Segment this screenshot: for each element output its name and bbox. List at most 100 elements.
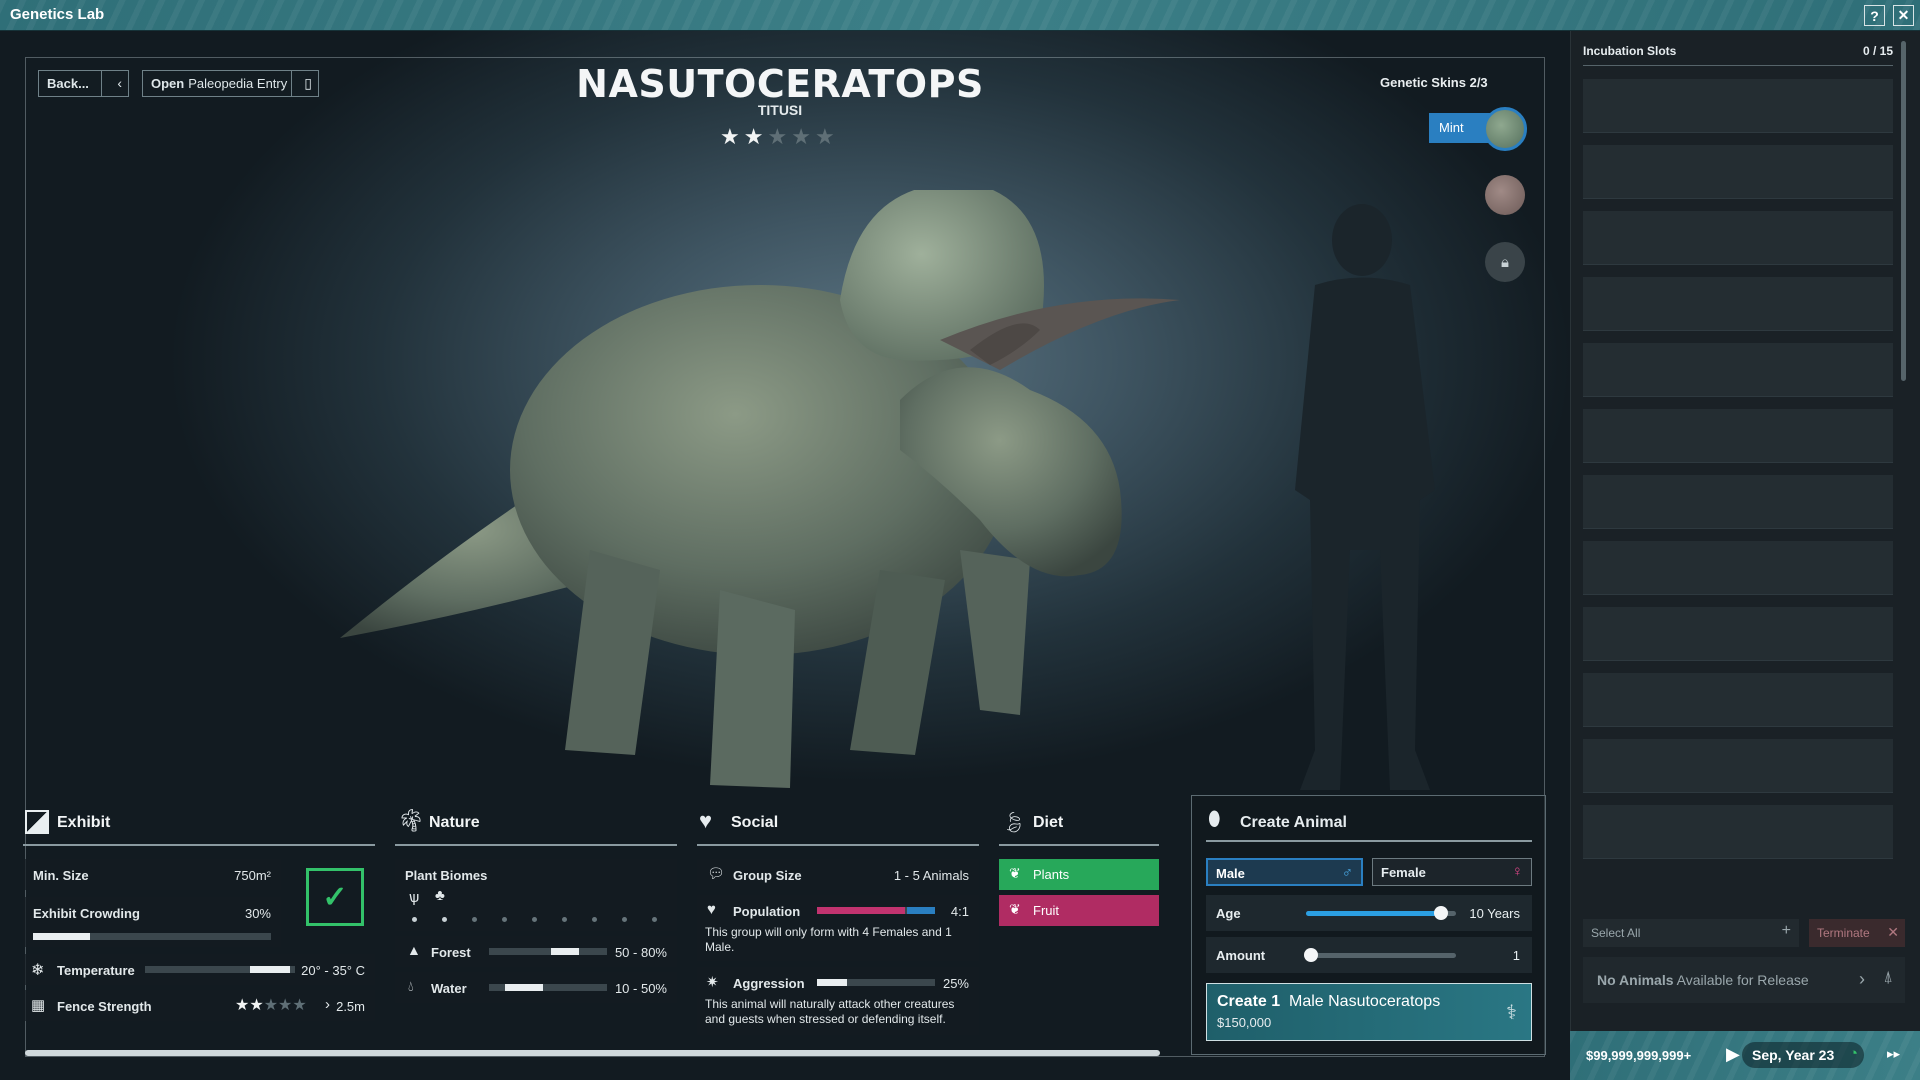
pine-icon: ▲ — [407, 942, 421, 958]
skin-mint-label: Mint — [1439, 120, 1464, 135]
release-icon[interactable]: ⍋ — [1883, 969, 1893, 987]
snowflake-icon: ❄ — [31, 962, 45, 979]
female-button[interactable]: Female ♀ — [1372, 858, 1532, 886]
incubation-slot[interactable] — [1583, 607, 1893, 661]
population-bar — [817, 907, 935, 914]
fence-star-icon: ★ — [263, 997, 279, 1014]
biome-dot — [562, 917, 567, 922]
forest-row: ▲ Forest 50 - 80% — [395, 936, 677, 967]
nature-title: Nature — [429, 814, 480, 831]
female-icon: ♀ — [1511, 863, 1523, 880]
fruit-icon: ❦ — [1009, 901, 1021, 917]
release-chevron-icon[interactable]: › — [1859, 969, 1865, 990]
incubation-slot[interactable] — [1583, 277, 1893, 331]
release-rest: Available for Release — [1676, 972, 1809, 988]
fence-star-icon: ★ — [249, 997, 264, 1014]
paleopedia-button[interactable]: Open Paleopedia Entry ▯ — [142, 70, 319, 97]
skin-swatch-2[interactable] — [1485, 175, 1525, 215]
dinosaur-model — [340, 190, 1435, 790]
help-button[interactable]: ? — [1864, 5, 1885, 26]
incubation-panel: Incubation Slots 0 / 15 Select All + Ter… — [1570, 31, 1920, 1080]
skin-swatch-mint[interactable] — [1483, 107, 1527, 151]
release-bold: No Animals — [1597, 972, 1674, 988]
tree-icon: ♣ — [435, 887, 445, 904]
age-slider[interactable] — [1306, 906, 1456, 920]
incubation-slot[interactable] — [1583, 673, 1893, 727]
info-scrollbar[interactable] — [25, 1050, 1160, 1056]
play-icon[interactable]: ▶ — [1726, 1044, 1740, 1065]
biome-dot — [472, 917, 477, 922]
chevron-left-icon: ‹ — [117, 75, 122, 91]
aggression-icon: ✷ — [706, 974, 719, 991]
diet-fruit-label: Fruit — [1033, 903, 1059, 918]
amount-slider[interactable] — [1304, 948, 1456, 962]
temperature-bar — [145, 966, 295, 973]
incubation-slot[interactable] — [1583, 541, 1893, 595]
exhibit-title: Exhibit — [57, 814, 111, 831]
palm-tree-icon: 🌴︎ — [397, 808, 425, 833]
temperature-value: 20° - 35° C — [301, 963, 365, 978]
leaf-icon: ❦ — [1009, 865, 1021, 881]
egg-icon: ⬮ — [1208, 808, 1221, 830]
biome-dot — [592, 917, 597, 922]
create-animal-header: ⬮ Create Animal — [1206, 806, 1532, 842]
amount-row: Amount 1 — [1206, 937, 1532, 973]
group-size-row: 💬︎ Group Size 1 - 5 Animals — [697, 859, 979, 890]
select-all-button[interactable]: Select All + — [1583, 919, 1799, 947]
biome-dot — [502, 917, 507, 922]
create-animal-button[interactable]: Create 1 Male Nasutoceratops $150,000 ⚕ — [1206, 983, 1532, 1041]
incubation-slot[interactable] — [1583, 343, 1893, 397]
rating-star-icon: ★ — [791, 124, 811, 149]
forest-value: 50 - 80% — [614, 945, 667, 960]
min-size-value: 750m² — [234, 868, 271, 883]
forest-bar-fill — [551, 948, 579, 955]
population-heart-icon: ♥ — [707, 901, 716, 918]
diet-plants-label: Plants — [1033, 867, 1070, 882]
back-button[interactable]: Back... ‹ — [38, 70, 129, 97]
status-bar: $99,999,999,999+ ▶ Sep, Year 23 ◔ ▸▸ — [1570, 1031, 1920, 1080]
incubation-slot[interactable] — [1583, 79, 1893, 133]
biome-dot — [412, 917, 417, 922]
incubation-header: Incubation Slots 0 / 15 — [1583, 44, 1893, 66]
date-pill: Sep, Year 23 ◔ — [1742, 1042, 1864, 1068]
biome-dot — [652, 917, 657, 922]
water-bar — [489, 984, 607, 991]
biome-dot — [442, 917, 447, 922]
male-button[interactable]: Male ♂ — [1206, 858, 1363, 886]
date-display: Sep, Year 23 — [1752, 1047, 1835, 1063]
population-male-fill — [907, 907, 935, 914]
water-value: 10 - 50% — [614, 981, 667, 996]
incubation-slot[interactable] — [1583, 475, 1893, 529]
female-label: Female — [1381, 865, 1426, 880]
create-button-price: $150,000 — [1217, 1015, 1272, 1030]
population-value: 4:1 — [950, 904, 969, 919]
day-cycle-icon: ◔ — [1848, 1045, 1858, 1062]
male-icon: ♂ — [1341, 864, 1353, 881]
close-button[interactable]: ✕ — [1893, 5, 1914, 26]
speed-icon[interactable]: ▸▸ — [1887, 1046, 1900, 1062]
age-slider-knob[interactable] — [1434, 906, 1448, 920]
crowding-bar-fill — [33, 933, 90, 940]
incubation-slot[interactable] — [1583, 409, 1893, 463]
book-icon: ▯ — [304, 75, 312, 91]
incubation-scrollbar[interactable] — [1901, 41, 1906, 381]
population-note: This group will only form with 4 Females… — [705, 925, 952, 954]
incubation-slot[interactable] — [1583, 211, 1893, 265]
incubation-slot[interactable] — [1583, 739, 1893, 793]
amount-slider-knob[interactable] — [1304, 948, 1318, 962]
select-all-label: Select All — [1591, 926, 1641, 940]
incubation-slot[interactable] — [1583, 145, 1893, 199]
temperature-label: Temperature — [57, 963, 135, 978]
crowding-bar — [33, 933, 271, 940]
diet-leaf-icon: 🍃︎ — [1001, 812, 1027, 834]
population-row: ♥ Population 4:1 This group will only fo… — [697, 895, 979, 961]
amount-value: 1 — [1512, 948, 1520, 963]
chevron-right-icon: › — [325, 996, 330, 1013]
temperature-row: ❄ Temperature 20° - 35° C — [23, 954, 375, 985]
plus-icon: + — [1781, 922, 1791, 939]
terminate-button[interactable]: Terminate ✕ — [1809, 919, 1905, 947]
plant-biomes-label: Plant Biomes — [405, 868, 488, 883]
incubation-slot[interactable] — [1583, 805, 1893, 859]
plant-biomes-row: Plant Biomes ѱ ♣ — [395, 859, 677, 931]
incubation-title: Incubation Slots — [1583, 44, 1677, 58]
